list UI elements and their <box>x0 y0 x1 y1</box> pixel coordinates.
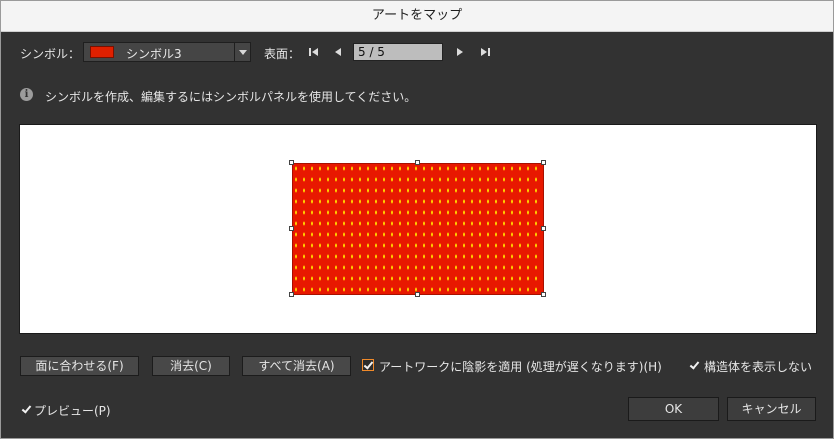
dialog-body: シンボル： シンボル3 表面： 5 / 5 i シンボルを作成、編集するにはシン… <box>1 32 833 438</box>
hide-geometry-checkbox[interactable] <box>688 359 700 371</box>
surface-page-field[interactable]: 5 / 5 <box>353 43 443 61</box>
shade-artwork-label: アートワークに陰影を適用 (処理が遅くなります)(H) <box>379 360 662 374</box>
clear-button[interactable]: 消去(C) <box>152 356 230 376</box>
clear-all-button[interactable]: すべて消去(A) <box>242 356 351 376</box>
preview-label: プレビュー(P) <box>34 404 111 418</box>
resize-handle-bottom[interactable] <box>415 292 420 297</box>
shade-artwork-checkbox[interactable] <box>362 359 374 371</box>
chevron-down-icon[interactable] <box>239 50 247 55</box>
surface-label: 表面： <box>264 47 301 61</box>
preview-checkbox[interactable] <box>20 403 32 415</box>
checkmark-icon <box>363 359 374 370</box>
fit-to-surface-button[interactable]: 面に合わせる(F) <box>20 356 139 376</box>
ok-button[interactable]: OK <box>628 397 719 421</box>
map-art-dialog: アートをマップ シンボル： シンボル3 表面： 5 / 5 i シンボルを作成、… <box>0 0 834 439</box>
mapped-art[interactable] <box>292 163 544 295</box>
checkmark-icon <box>21 403 32 414</box>
last-page-icon[interactable] <box>478 46 492 58</box>
dropdown-separator <box>234 43 235 61</box>
hide-geometry-label: 構造体を表示しない <box>704 360 813 374</box>
info-text: シンボルを作成、編集するにはシンボルパネルを使用してください。 <box>45 90 417 104</box>
checkmark-icon <box>689 359 700 370</box>
symbol-label: シンボル： <box>20 47 81 61</box>
window-title: アートをマップ <box>1 1 833 32</box>
next-page-icon[interactable] <box>453 46 467 58</box>
resize-handle-right[interactable] <box>541 226 546 231</box>
first-page-icon[interactable] <box>307 46 321 58</box>
symbol-dropdown[interactable]: シンボル3 <box>83 42 251 62</box>
symbol-selected-name: シンボル3 <box>126 47 182 61</box>
resize-handle-top[interactable] <box>415 160 420 165</box>
resize-handle-top-right[interactable] <box>541 160 546 165</box>
cancel-button[interactable]: キャンセル <box>727 397 816 421</box>
resize-handle-bottom-right[interactable] <box>541 292 546 297</box>
resize-handle-left[interactable] <box>289 226 294 231</box>
prev-page-icon[interactable] <box>332 46 346 58</box>
info-icon: i <box>20 88 33 101</box>
preview-canvas[interactable] <box>19 124 817 334</box>
resize-handle-bottom-left[interactable] <box>289 292 294 297</box>
symbol-swatch <box>90 46 114 58</box>
resize-handle-top-left[interactable] <box>289 160 294 165</box>
